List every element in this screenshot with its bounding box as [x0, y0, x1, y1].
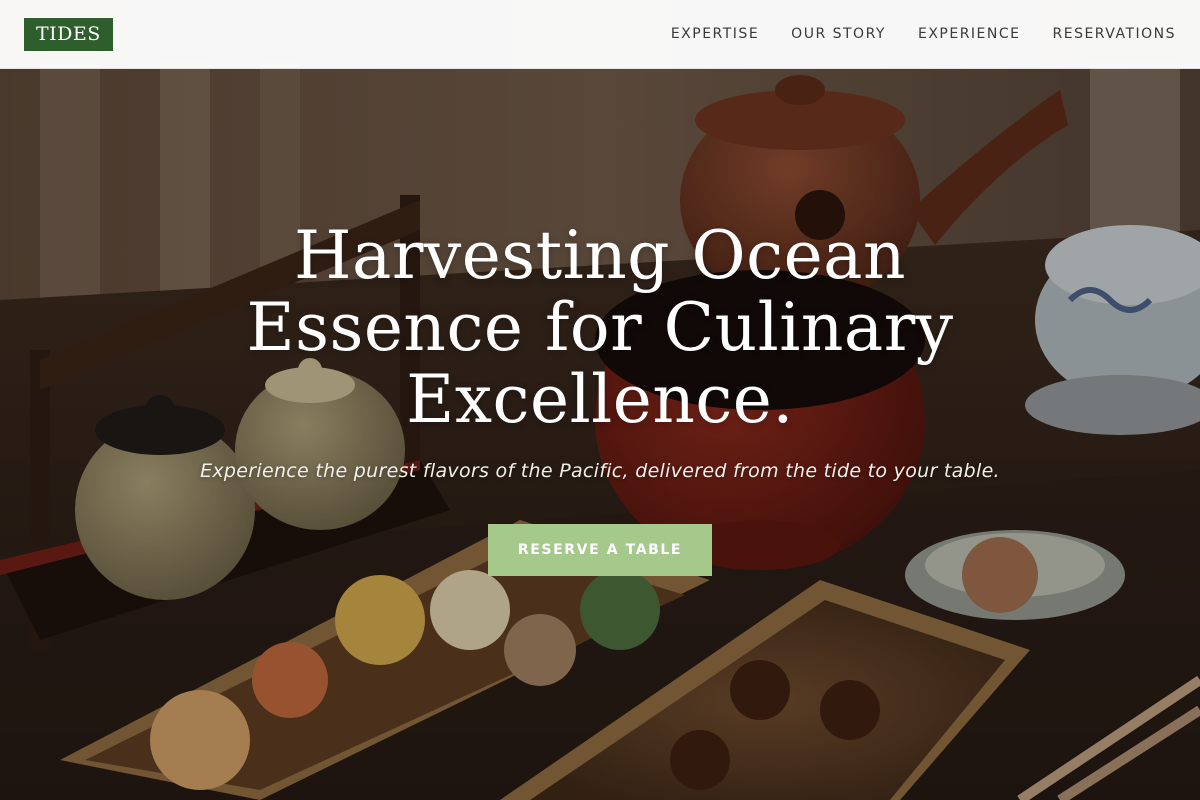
nav-item-expertise[interactable]: EXPERTISE	[671, 26, 759, 42]
nav-item-experience[interactable]: EXPERIENCE	[918, 26, 1021, 42]
hero-section: Harvesting Ocean Essence for Culinary Ex…	[0, 220, 1200, 576]
reserve-table-button[interactable]: RESERVE A TABLE	[488, 524, 712, 576]
brand-logo[interactable]: TIDES	[24, 17, 113, 51]
nav-item-our-story[interactable]: OUR STORY	[791, 26, 886, 42]
hero-subtitle: Experience the purest flavors of the Pac…	[200, 460, 1000, 482]
main-nav: EXPERTISE OUR STORY EXPERIENCE RESERVATI…	[671, 26, 1176, 42]
nav-item-reservations[interactable]: RESERVATIONS	[1053, 26, 1177, 42]
hero-headline: Harvesting Ocean Essence for Culinary Ex…	[246, 217, 954, 438]
site-header: TIDES EXPERTISE OUR STORY EXPERIENCE RES…	[0, 0, 1200, 69]
